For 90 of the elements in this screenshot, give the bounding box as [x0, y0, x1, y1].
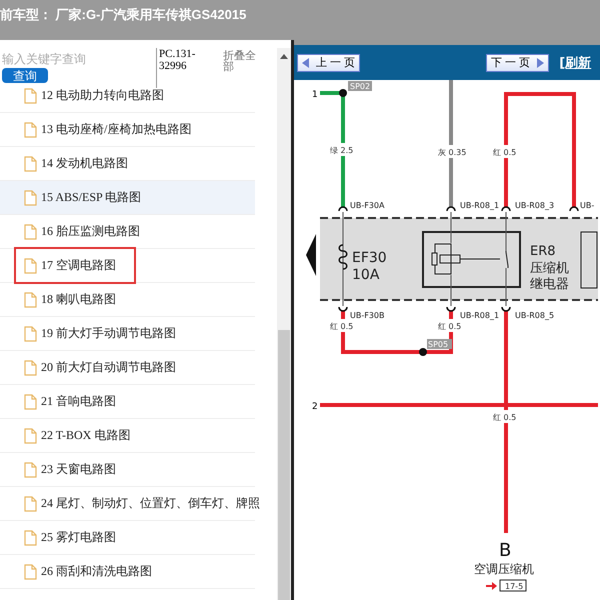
search-button[interactable]: 查询	[2, 68, 48, 83]
refresh-link[interactable]: [刷新	[559, 54, 592, 72]
document-icon	[24, 122, 37, 138]
pin-label: UB-R08_1	[460, 311, 500, 320]
next-page-button[interactable]: 下 一 页	[486, 54, 550, 72]
collapse-all-link[interactable]: 折叠全部	[223, 50, 263, 72]
left-arrow-icon[interactable]	[306, 234, 316, 276]
wire-label: 红 0.5	[438, 322, 462, 331]
document-icon	[24, 156, 37, 172]
wire-label: 绿 2.5	[330, 146, 354, 155]
item-label[interactable]: 20 前大灯自动调节电路图	[14, 349, 196, 386]
fuse-label: EF30	[352, 250, 387, 266]
wire-label: 红 0.5	[330, 322, 354, 331]
tree-item[interactable]: 12 电动助力转向电路图	[0, 88, 255, 113]
document-icon	[24, 88, 37, 104]
tree-item[interactable]: 22 T-BOX 电路图	[0, 419, 255, 453]
wire-label: 红 0.5	[493, 413, 516, 422]
item-label[interactable]: 21 音响电路图	[14, 383, 136, 420]
tree-item[interactable]: 15 ABS/ESP 电路图	[0, 181, 255, 215]
connector-letter: B	[499, 540, 512, 561]
right-arrow-icon	[536, 58, 544, 68]
tree-item[interactable]: 25 雾灯电路图	[0, 521, 255, 555]
tree-item[interactable]: 13 电动座椅/座椅加热电路图	[0, 113, 255, 147]
item-label[interactable]: 25 雾灯电路图	[14, 519, 136, 556]
item-label[interactable]: 23 天窗电路图	[14, 451, 136, 488]
connector-pin-icon	[338, 206, 348, 212]
component-box	[580, 232, 598, 288]
pin-label: UB-F30A	[350, 201, 384, 210]
connector-pin-icon	[446, 206, 456, 212]
document-icon	[24, 530, 37, 546]
connector-pin-icon	[446, 306, 456, 312]
connector-pin-icon	[338, 306, 348, 312]
vehicle-title: 前车型： 厂家:G-广汽乘用车传祺GS42015	[0, 7, 246, 22]
scrollbar[interactable]	[277, 48, 291, 600]
arrow-icon	[486, 582, 497, 590]
document-icon	[24, 292, 37, 308]
fuse-icon	[338, 244, 348, 270]
previous-page-button[interactable]: 上 一 页	[297, 54, 360, 72]
item-label[interactable]: 14 发动机电路图	[14, 145, 148, 182]
item-label[interactable]: 13 电动座椅/座椅加热电路图	[14, 111, 212, 148]
relay-label: ER8	[530, 244, 556, 259]
page-reference: 17-5	[500, 580, 526, 592]
pin-label: UB-	[580, 201, 594, 210]
pin-label: UB-R08_5	[515, 311, 554, 320]
document-code: PC.131-32996	[156, 48, 215, 88]
document-icon	[24, 258, 37, 274]
document-icon	[24, 326, 37, 342]
tree-item[interactable]: 23 天窗电路图	[0, 453, 255, 487]
relay-label: 继电器	[530, 277, 569, 292]
left-arrow-icon	[302, 58, 310, 68]
document-icon	[24, 394, 37, 410]
item-label[interactable]: 15 ABS/ESP 电路图	[14, 179, 162, 216]
document-icon	[24, 496, 37, 512]
tree-item[interactable]: 17 空调电路图	[0, 249, 255, 283]
connector-pin-icon	[501, 206, 511, 212]
splice-label: SP05	[427, 339, 452, 349]
tree-item[interactable]: 26 雨刮和清洗电路图	[0, 555, 255, 589]
terminal-label: 1	[312, 90, 318, 100]
item-label[interactable]: 18 喇叭电路图	[14, 281, 136, 318]
document-icon	[24, 462, 37, 478]
connector-name: 空调压缩机	[474, 562, 534, 576]
fuse-rating: 10A	[352, 267, 380, 283]
splice-label: SP02	[348, 81, 372, 91]
pin-label: UB-R08_3	[515, 201, 554, 210]
item-label[interactable]: 17 空调电路图	[14, 247, 136, 284]
connector-pin-icon	[569, 206, 579, 212]
scroll-up-icon[interactable]	[280, 54, 288, 59]
relay-label: 压缩机	[530, 261, 569, 276]
document-icon	[24, 360, 37, 376]
tree-item[interactable]: 16 胎压监测电路图	[0, 215, 255, 249]
document-icon	[24, 564, 37, 580]
connector-pin-icon	[501, 306, 511, 312]
document-icon	[24, 428, 37, 444]
item-label[interactable]: 12 电动助力转向电路图	[14, 88, 184, 114]
terminal-label: 2	[312, 402, 318, 412]
item-label[interactable]: 19 前大灯手动调节电路图	[14, 315, 196, 352]
document-icon	[24, 190, 37, 206]
wire-label: 灰 0.35	[438, 148, 466, 157]
pin-label: UB-F30B	[350, 311, 384, 320]
tree-item[interactable]: 21 音响电路图	[0, 385, 255, 419]
pin-label: UB-R08_1	[460, 201, 500, 210]
tree-item[interactable]: 19 前大灯手动调节电路图	[0, 317, 255, 351]
item-label[interactable]: 16 胎压监测电路图	[14, 213, 160, 250]
wire-label: 红 0.5	[493, 148, 516, 157]
item-label[interactable]: 22 T-BOX 电路图	[14, 417, 150, 454]
tree-item[interactable]: 20 前大灯自动调节电路图	[0, 351, 255, 385]
scroll-thumb[interactable]	[278, 330, 290, 600]
document-icon	[24, 224, 37, 240]
tree-item[interactable]: 18 喇叭电路图	[0, 283, 255, 317]
item-label[interactable]: 26 雨刮和清洗电路图	[14, 553, 172, 590]
